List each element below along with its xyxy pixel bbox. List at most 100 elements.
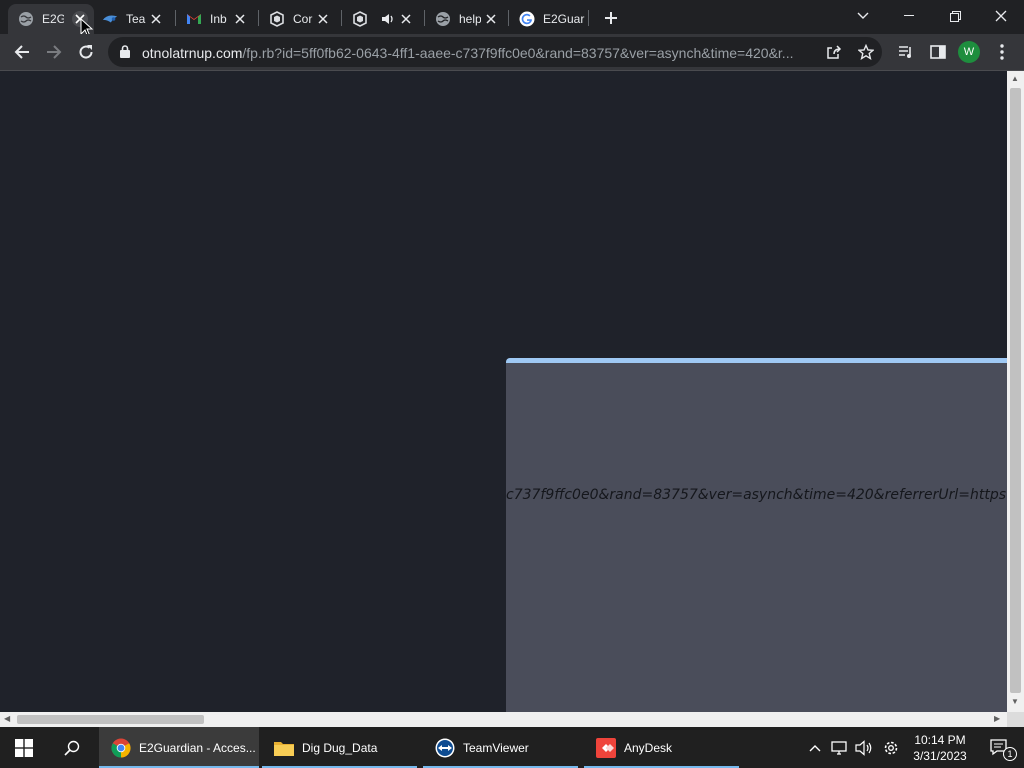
share-icon [827,45,842,59]
scroll-down-icon[interactable]: ▼ [1011,697,1019,706]
tab-label: E2Guar [543,12,585,26]
bookmark-button[interactable] [852,38,880,66]
close-icon [995,10,1007,22]
chrome-menu-button[interactable] [988,38,1016,66]
scroll-right-icon[interactable]: ▶ [994,714,1000,723]
profile-avatar[interactable]: W [958,41,980,63]
network-icon[interactable] [828,727,852,768]
search-button[interactable] [48,727,96,768]
vertical-scroll-thumb[interactable] [1010,88,1021,693]
reload-icon [79,45,93,59]
taskbar-app-teamviewer[interactable]: TeamViewer [423,727,578,768]
tab-strip: E2G Tea Inb Cor help E2Guar [0,0,1024,38]
taskbar-app-explorer[interactable]: Dig Dug_Data [262,727,417,768]
notification-count-badge: 1 [1003,747,1017,761]
volume-icon[interactable] [852,727,876,768]
taskbar-app-label: AnyDesk [624,740,673,755]
forward-button[interactable] [40,38,68,66]
teams-icon [102,11,118,27]
teamviewer-icon [435,738,455,758]
globe-icon [18,11,34,27]
tab-label: Cor [293,12,313,26]
tab-close-icon[interactable] [398,11,414,27]
system-clock[interactable]: 10:14 PM 3/31/2023 [904,732,976,764]
search-icon [64,740,80,756]
star-icon [858,44,874,60]
app-icon [269,11,285,27]
minimize-icon [904,15,914,16]
playlist-icon [899,46,911,58]
address-bar[interactable]: otnolatrnup.com/fp.rb?id=5ff0fb62-0643-4… [108,37,882,67]
tab-search-button[interactable] [840,0,886,32]
tab-close-icon[interactable] [315,11,331,27]
blocked-page-panel: c737f9ffc0e0&rand=83757&ver=asynch&time=… [506,358,1007,712]
side-panel-icon [930,45,946,59]
tab-label: Tea [126,12,146,26]
new-tab-button[interactable] [600,7,622,29]
tab-label: help [459,12,481,26]
tab-separator [588,10,589,26]
lock-icon[interactable] [120,45,130,63]
tab-label: Inb [210,12,227,26]
side-panel-button[interactable] [924,38,952,66]
clock-date: 3/31/2023 [913,749,967,763]
action-center-button[interactable]: 1 [980,727,1020,768]
minimize-button[interactable] [886,0,932,32]
plus-icon [605,12,617,24]
speaker-icon[interactable] [380,11,396,27]
taskbar-app-chrome[interactable]: E2Guardian - Acces... [99,727,259,768]
arrow-left-icon [14,45,29,59]
start-button[interactable] [0,727,48,768]
close-window-button[interactable] [978,0,1024,32]
taskbar-app-label: TeamViewer [463,740,529,755]
scrollbar-corner [1007,712,1024,727]
horizontal-scroll-thumb[interactable] [17,715,204,724]
share-button[interactable] [820,38,848,66]
back-button[interactable] [8,38,36,66]
scroll-up-icon[interactable]: ▲ [1011,74,1019,83]
tab-cor[interactable]: Cor [259,4,337,34]
tab-label: E2G [42,12,64,26]
windows-taskbar: E2Guardian - Acces... Dig Dug_Data TeamV… [0,727,1024,768]
tab-close-icon[interactable] [148,11,164,27]
tab-help[interactable]: help [425,4,505,34]
scroll-left-icon[interactable]: ◀ [4,714,10,723]
folder-icon [274,738,294,758]
media-control-button[interactable] [892,38,920,66]
globe-icon [435,11,451,27]
chrome-icon [111,738,131,758]
show-hidden-icons-button[interactable] [804,727,826,768]
horizontal-scrollbar[interactable]: ◀ ▶ [0,712,1007,727]
anydesk-icon [596,737,616,758]
windows-logo-icon [15,738,33,757]
taskbar-app-anydesk[interactable]: AnyDesk [584,727,739,768]
panel-url-text: c737f9ffc0e0&rand=83757&ver=asynch&time=… [506,487,1007,503]
clock-time: 10:14 PM [914,733,966,747]
restore-icon [949,10,961,22]
settings-gear-icon[interactable] [878,727,904,768]
taskbar-app-label: E2Guardian - Acces... [139,740,256,755]
reload-button[interactable] [72,38,100,66]
restore-button[interactable] [932,0,978,32]
tab-audio[interactable] [342,4,420,34]
tab-close-icon[interactable] [483,11,499,27]
google-icon [519,11,535,27]
tab-gmail[interactable]: Inb [176,4,254,34]
url-host: otnolatrnup.com [142,45,243,61]
tab-close-icon[interactable] [232,11,248,27]
gmail-icon [186,11,202,27]
more-vert-icon [1000,44,1004,60]
vertical-scrollbar[interactable]: ▲ ▼ [1007,71,1024,712]
chevron-up-icon [809,744,821,751]
tab-teams[interactable]: Tea [92,4,170,34]
url-path: /fp.rb?id=5ff0fb62-0643-4ff1-aaee-c737f9… [242,45,794,61]
web-page-content: c737f9ffc0e0&rand=83757&ver=asynch&time=… [0,71,1007,712]
url-text[interactable]: otnolatrnup.com/fp.rb?id=5ff0fb62-0643-4… [142,45,812,61]
chevron-down-icon [857,12,869,19]
tab-google-e2guardian[interactable]: E2Guar [509,4,591,34]
screen: E2G Tea Inb Cor help E2Guar otnolatrnup.… [0,0,1024,768]
taskbar-app-label: Dig Dug_Data [302,740,378,755]
app-icon [352,11,368,27]
browser-toolbar: otnolatrnup.com/fp.rb?id=5ff0fb62-0643-4… [0,34,1024,71]
arrow-right-icon [47,45,62,59]
